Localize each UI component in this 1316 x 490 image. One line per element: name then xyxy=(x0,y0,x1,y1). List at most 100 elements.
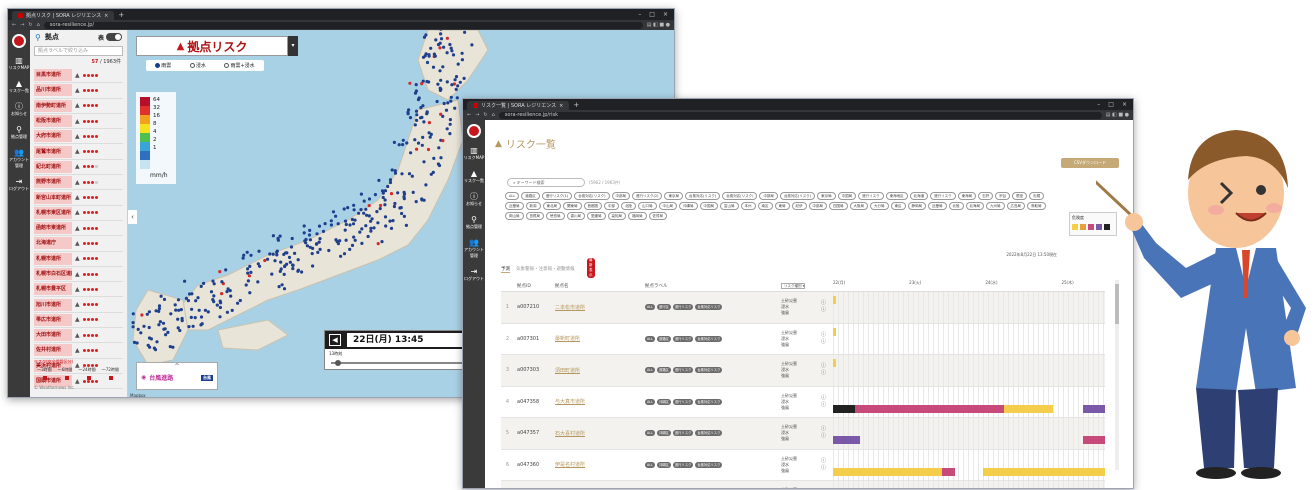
site-marker[interactable] xyxy=(316,250,320,254)
label-chip[interactable]: 道路区 xyxy=(521,192,540,200)
site-list-item[interactable]: 紀北町道所 ▲ xyxy=(34,160,123,176)
site-marker[interactable] xyxy=(438,41,442,45)
site-marker[interactable] xyxy=(308,238,312,242)
col-name[interactable]: 拠点名 xyxy=(555,283,645,289)
site-marker[interactable] xyxy=(158,320,162,324)
label-chip[interactable]: 東海地区 xyxy=(885,192,908,200)
site-marker[interactable] xyxy=(176,317,180,321)
site-marker[interactable] xyxy=(131,325,135,329)
site-marker[interactable] xyxy=(336,222,340,226)
site-marker[interactable] xyxy=(242,253,246,257)
info-icon[interactable]: ⓘ xyxy=(821,307,833,314)
site-name[interactable]: 目黒市道所 xyxy=(34,69,72,82)
label-chip[interactable]: 静岡局 xyxy=(907,202,926,210)
site-marker[interactable] xyxy=(450,83,454,87)
site-marker[interactable] xyxy=(458,80,462,84)
site-marker[interactable] xyxy=(186,299,190,303)
site-marker[interactable] xyxy=(350,243,355,247)
label-chip[interactable]: 中国局 xyxy=(837,192,857,200)
nav-risk-list[interactable]: ▲ リスク一覧 xyxy=(464,169,484,184)
maximize-icon[interactable]: □ xyxy=(649,11,655,18)
site-marker[interactable] xyxy=(456,84,460,88)
site-marker[interactable] xyxy=(369,229,373,233)
layer-radio-group[interactable]: 雨雲 浸水 雨雲+浸水 xyxy=(146,60,264,71)
site-marker[interactable] xyxy=(256,262,260,266)
site-marker[interactable] xyxy=(366,234,370,239)
site-name[interactable]: 新宮山本町道所 xyxy=(34,191,72,204)
label-chip[interactable]: 根室 xyxy=(1012,192,1028,200)
label-chip[interactable]: 台風対応(リスク) xyxy=(684,192,721,200)
site-marker[interactable] xyxy=(448,42,452,47)
site-marker[interactable] xyxy=(415,147,419,151)
site-marker[interactable] xyxy=(200,322,204,326)
site-marker[interactable] xyxy=(420,198,424,202)
site-marker[interactable] xyxy=(386,184,390,189)
sort-select[interactable]: リスク種別 ▾ xyxy=(781,282,806,289)
site-marker[interactable] xyxy=(166,330,170,334)
site-marker[interactable] xyxy=(414,83,418,87)
site-marker[interactable] xyxy=(463,30,467,34)
site-marker[interactable] xyxy=(453,78,457,82)
site-marker[interactable] xyxy=(431,170,435,174)
site-marker[interactable] xyxy=(369,226,373,230)
site-marker[interactable] xyxy=(380,240,384,244)
site-marker[interactable] xyxy=(246,279,250,283)
site-marker[interactable] xyxy=(203,308,207,312)
site-marker[interactable] xyxy=(441,65,445,69)
site-marker[interactable] xyxy=(246,267,250,271)
site-marker[interactable] xyxy=(408,116,413,120)
site-marker[interactable] xyxy=(248,291,252,295)
site-marker[interactable] xyxy=(209,290,214,294)
site-marker[interactable] xyxy=(425,60,430,65)
site-marker[interactable] xyxy=(188,292,192,296)
site-marker[interactable] xyxy=(399,206,403,210)
site-marker[interactable] xyxy=(230,308,234,312)
site-marker[interactable] xyxy=(218,315,222,319)
site-marker[interactable] xyxy=(360,227,364,231)
site-marker[interactable] xyxy=(450,49,454,53)
site-list-item[interactable]: 南伊勢町道所 ▲ xyxy=(34,99,123,114)
typhoon-panel[interactable]: ^ ◉ 台風進路 台風 xyxy=(136,362,218,390)
site-marker[interactable] xyxy=(219,301,223,305)
nav-logout[interactable]: ⇥ ログアウト xyxy=(464,267,484,282)
site-marker[interactable] xyxy=(378,207,382,211)
site-marker[interactable] xyxy=(438,69,442,73)
site-marker[interactable] xyxy=(410,174,414,178)
site-marker[interactable] xyxy=(287,255,292,259)
site-marker[interactable] xyxy=(397,143,401,147)
site-name-link[interactable]: 石大喜村道所 xyxy=(555,430,645,437)
site-marker[interactable] xyxy=(189,315,193,319)
site-marker[interactable] xyxy=(453,106,457,110)
nav-risk-list[interactable]: ▲ リスク一覧 xyxy=(9,79,29,94)
site-marker[interactable] xyxy=(446,101,450,105)
site-list-item[interactable]: 品川市道所 ▲ xyxy=(34,83,123,99)
label-chip[interactable]: 中部局 xyxy=(759,192,778,200)
site-marker[interactable] xyxy=(415,118,419,122)
site-marker[interactable] xyxy=(384,224,388,228)
forward-icon[interactable]: → xyxy=(20,22,24,28)
site-name[interactable]: 紀北町道所 xyxy=(34,160,72,173)
site-marker[interactable] xyxy=(247,274,251,278)
site-marker[interactable] xyxy=(435,99,439,104)
info-icon[interactable]: ⓘ xyxy=(821,395,833,402)
site-marker[interactable] xyxy=(352,235,356,239)
site-marker[interactable] xyxy=(442,101,446,106)
site-marker[interactable] xyxy=(352,208,356,212)
site-marker[interactable] xyxy=(212,294,216,298)
table-toggle[interactable]: 表 xyxy=(98,33,122,42)
reload-icon[interactable]: ↻ xyxy=(28,22,32,28)
site-marker[interactable] xyxy=(282,287,287,291)
label-chip[interactable]: 東局 xyxy=(774,202,790,210)
site-marker[interactable] xyxy=(317,240,321,244)
site-marker[interactable] xyxy=(273,259,277,263)
site-marker[interactable] xyxy=(291,267,295,271)
site-marker[interactable] xyxy=(282,252,286,256)
site-marker[interactable] xyxy=(248,264,252,268)
table-row[interactable]: 1 a007210 二本松市道所 ALL 進行区 進行リスク 台風対応リスク 土砂災害 浸水 強風… xyxy=(501,292,1105,324)
site-list-item[interactable]: 旭川市道所 ▲ xyxy=(34,297,123,313)
site-marker[interactable] xyxy=(373,193,377,197)
site-marker[interactable] xyxy=(414,200,418,204)
info-icon[interactable]: ⓘ xyxy=(821,402,833,409)
close-window-icon[interactable]: × xyxy=(663,11,668,18)
site-marker[interactable] xyxy=(323,222,327,226)
